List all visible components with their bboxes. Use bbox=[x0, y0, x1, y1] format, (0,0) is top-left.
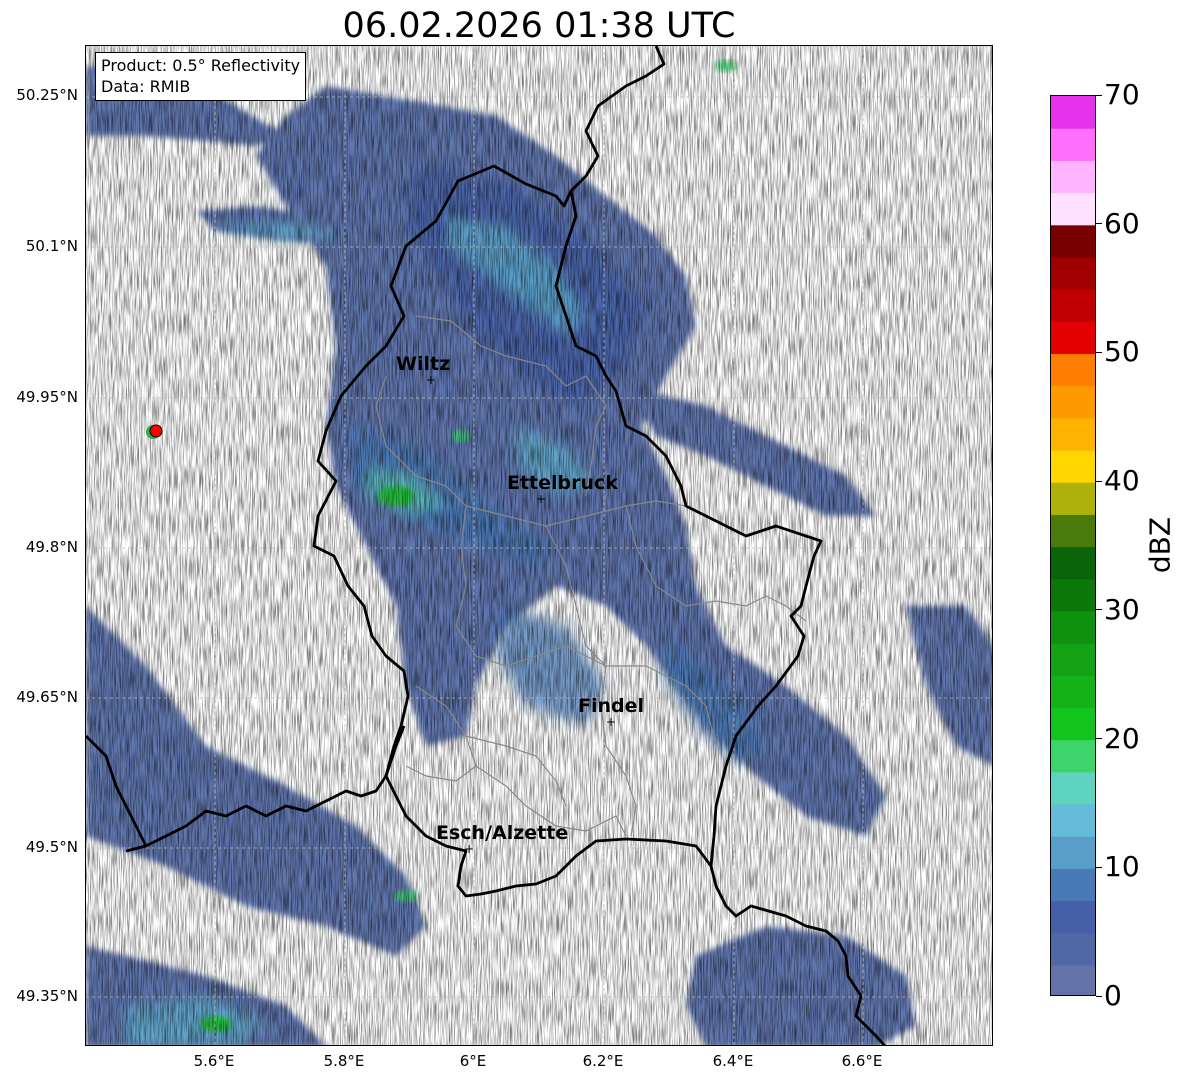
colorbar-tick-mark bbox=[1096, 995, 1102, 997]
colorbar-tick-label: 0 bbox=[1104, 979, 1122, 1012]
colorbar-swatch bbox=[1051, 96, 1095, 129]
colorbar-swatch bbox=[1051, 836, 1095, 869]
colorbar-swatch bbox=[1051, 224, 1095, 258]
colorbar-swatch bbox=[1051, 160, 1095, 194]
colorbar-tick-label: 50 bbox=[1104, 335, 1140, 369]
colorbar-tick-mark bbox=[1096, 609, 1102, 611]
map-title: 06.02.2026 01:38 UTC bbox=[342, 6, 736, 46]
precipitation-echoes bbox=[86, 46, 992, 1045]
city-label: Ettelbruck bbox=[507, 472, 618, 494]
colorbar-swatch bbox=[1051, 675, 1095, 708]
colorbar-tick-label: 70 bbox=[1104, 78, 1140, 111]
colorbar-swatch bbox=[1051, 192, 1095, 226]
lat-tick-label: 49.8°N bbox=[25, 538, 78, 556]
lon-tick-label: 6.2°E bbox=[582, 1052, 624, 1070]
colorbar-tick-mark bbox=[1096, 738, 1102, 740]
colorbar-tick-mark bbox=[1096, 223, 1102, 225]
lat-tick-label: 50.1°N bbox=[25, 237, 78, 255]
city-label: Wiltz bbox=[396, 353, 450, 375]
colorbar-label: dBZ bbox=[1143, 516, 1177, 574]
lat-tick-label: 50.25°N bbox=[16, 86, 78, 104]
city-label: Findel bbox=[578, 695, 644, 717]
colorbar-tick-mark bbox=[1096, 480, 1102, 482]
colorbar-swatch bbox=[1051, 353, 1095, 387]
lat-tick-label: 49.35°N bbox=[16, 987, 78, 1005]
colorbar-tick-label: 30 bbox=[1104, 592, 1140, 626]
colorbar-tick-mark bbox=[1096, 94, 1102, 96]
colorbar-tick-mark bbox=[1096, 866, 1102, 868]
city-marker-icon: + bbox=[536, 492, 546, 506]
colorbar-swatch bbox=[1051, 514, 1095, 548]
product-info-box: Product: 0.5° Reflectivity Data: RMIB bbox=[95, 52, 307, 101]
lon-tick-label: 5.8°E bbox=[323, 1052, 365, 1070]
lon-tick-label: 5.6°E bbox=[193, 1052, 235, 1070]
colorbar-swatch bbox=[1051, 546, 1095, 580]
radar-map[interactable]: Wiltz + Ettelbruck + Findel + Esch/Alzet… bbox=[85, 45, 993, 1046]
city-label: Esch/Alzette bbox=[436, 822, 568, 844]
colorbar-swatch bbox=[1051, 964, 1095, 995]
city-marker-icon: + bbox=[426, 373, 436, 387]
colorbar-swatch bbox=[1051, 417, 1095, 451]
lon-tick-label: 6°E bbox=[459, 1052, 487, 1070]
colorbar-swatch bbox=[1051, 643, 1095, 676]
colorbar-swatch bbox=[1051, 256, 1095, 290]
colorbar-tick-label: 40 bbox=[1104, 464, 1140, 498]
colorbar-swatch bbox=[1051, 449, 1095, 483]
colorbar-swatch bbox=[1051, 289, 1095, 322]
lat-tick-label: 49.65°N bbox=[16, 688, 78, 706]
colorbar-swatch bbox=[1051, 128, 1095, 161]
radar-map-canvas: Wiltz + Ettelbruck + Findel + Esch/Alzet… bbox=[86, 46, 992, 1045]
colorbar-swatch bbox=[1051, 482, 1095, 515]
colorbar-tick-mark bbox=[1096, 351, 1102, 353]
lon-tick-label: 6.4°E bbox=[712, 1052, 754, 1070]
colorbar-swatch bbox=[1051, 707, 1095, 741]
colorbar-swatch bbox=[1051, 803, 1095, 837]
data-source-label: Data: RMIB bbox=[101, 77, 191, 96]
city-marker-icon: + bbox=[606, 715, 616, 729]
colorbar-swatches bbox=[1051, 96, 1095, 995]
colorbar-swatch bbox=[1051, 610, 1095, 644]
colorbar-swatch bbox=[1051, 385, 1095, 419]
colorbar-swatch bbox=[1051, 739, 1095, 773]
colorbar-tick-label: 10 bbox=[1104, 850, 1140, 884]
colorbar-tick-label: 20 bbox=[1104, 721, 1140, 755]
lat-tick-label: 49.5°N bbox=[25, 838, 78, 856]
colorbar-swatch bbox=[1051, 868, 1095, 902]
lat-tick-label: 49.95°N bbox=[16, 388, 78, 406]
colorbar-tick-label: 60 bbox=[1104, 206, 1140, 240]
colorbar-swatch bbox=[1051, 321, 1095, 355]
colorbar-swatch bbox=[1051, 578, 1095, 612]
lon-tick-label: 6.6°E bbox=[841, 1052, 883, 1070]
product-label: Product: 0.5° Reflectivity bbox=[101, 56, 301, 75]
city-marker-icon: + bbox=[464, 842, 474, 856]
colorbar-swatch bbox=[1051, 771, 1095, 805]
colorbar bbox=[1050, 95, 1096, 996]
colorbar-swatch bbox=[1051, 900, 1095, 934]
colorbar-swatch bbox=[1051, 932, 1095, 966]
